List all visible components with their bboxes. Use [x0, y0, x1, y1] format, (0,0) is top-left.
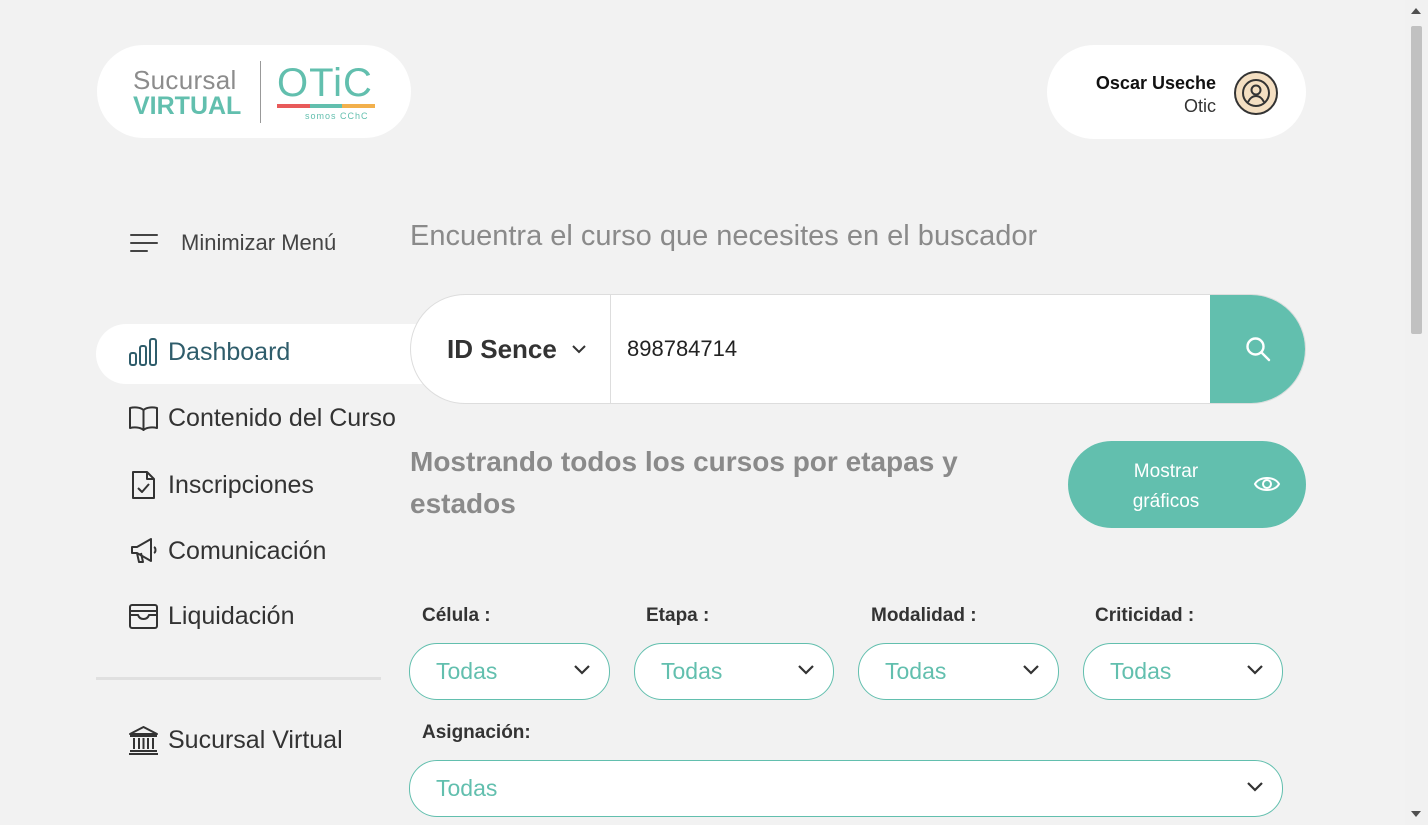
sidebar-item-label: Sucursal Virtual [168, 725, 343, 754]
brand-logo[interactable]: Sucursal VIRTUAL OTiC somos CChC [97, 45, 411, 138]
sidebar-item-comunicacion[interactable]: Comunicación [128, 535, 326, 567]
logo-otic-text: OTiC [277, 61, 373, 105]
filter-criticidad-select[interactable]: Todas [1083, 643, 1283, 700]
sidebar-divider [96, 677, 381, 680]
chevron-down-icon [1023, 665, 1039, 675]
book-icon [129, 406, 158, 431]
search-hint: Encuentra el curso que necesites en el b… [410, 220, 1038, 252]
megaphone-icon [131, 538, 157, 563]
scroll-up-arrow-icon[interactable] [1411, 8, 1421, 14]
sidebar-item-dashboard[interactable]: Dashboard [128, 337, 290, 367]
search-type-dropdown[interactable]: ID Sence [411, 295, 611, 403]
sidebar-item-contenido-del-curso[interactable]: Contenido del Curso [128, 403, 396, 433]
filter-etapa-select[interactable]: Todas [634, 643, 834, 700]
filter-asignacion-select[interactable]: Todas [409, 760, 1283, 817]
filter-etapa-value: Todas [661, 658, 723, 684]
minimize-menu-label: Minimizar Menú [181, 230, 337, 255]
logo-virtual-text: VIRTUAL [133, 92, 242, 120]
chevron-down-icon [798, 665, 814, 675]
sidebar-item-label: Dashboard [168, 337, 291, 366]
filter-modalidad-value: Todas [885, 658, 947, 684]
chevron-down-icon [1247, 665, 1263, 675]
bank-icon [129, 726, 158, 755]
logo-divider [260, 61, 261, 123]
logo-sucursal-text: Sucursal [133, 65, 237, 95]
filter-etapa-label: Etapa : [646, 605, 710, 626]
user-name: Oscar Useche [1095, 73, 1216, 93]
bar-chart-icon [129, 338, 157, 366]
sidebar-item-liquidacion[interactable]: Liquidación [128, 601, 295, 631]
vertical-scrollbar[interactable] [1405, 0, 1428, 825]
logo-color-bar [277, 104, 376, 108]
logo-tagline: somos CChC [305, 111, 369, 121]
scroll-down-arrow-icon[interactable] [1411, 811, 1421, 817]
sidebar-item-sucursal-virtual[interactable]: Sucursal Virtual [128, 724, 343, 756]
hamburger-icon [130, 234, 158, 252]
filter-modalidad-label: Modalidad : [871, 605, 977, 626]
chevron-down-icon [574, 665, 590, 675]
search-input[interactable] [611, 295, 1212, 403]
search-button[interactable] [1210, 295, 1305, 403]
filter-asignacion-value: Todas [436, 775, 498, 801]
show-charts-button[interactable]: Mostrar gráficos [1068, 441, 1306, 528]
show-charts-label: Mostrar gráficos [1132, 461, 1200, 512]
filter-criticidad-value: Todas [1110, 658, 1172, 684]
wallet-icon [129, 604, 158, 629]
filter-asignacion-label: Asignación: [422, 722, 531, 743]
scrollbar-thumb[interactable] [1411, 26, 1422, 334]
sidebar-item-label: Inscripciones [168, 470, 314, 499]
chevron-down-icon [572, 345, 586, 354]
user-avatar-icon[interactable] [1234, 71, 1278, 115]
filter-modalidad-select[interactable]: Todas [858, 643, 1059, 700]
search-type-label: ID Sence [447, 333, 557, 364]
sidebar-item-label: Comunicación [168, 536, 327, 565]
sidebar-item-inscripciones[interactable]: Inscripciones [128, 469, 314, 501]
logo-sucursal-virtual: Sucursal VIRTUAL [133, 67, 241, 119]
user-organization: Otic [1183, 96, 1216, 116]
filter-criticidad-label: Criticidad : [1095, 605, 1195, 626]
filter-celula-label: Célula : [422, 605, 491, 626]
minimize-menu-button[interactable]: Minimizar Menú [129, 230, 336, 256]
document-check-icon [132, 471, 155, 499]
chevron-down-icon [1247, 782, 1263, 792]
logo-otic: OTiC [277, 61, 376, 108]
section-title: Mostrando todos los cursos por etapas y … [410, 446, 958, 519]
eye-icon [1253, 477, 1281, 491]
search-bar: ID Sence [410, 294, 1306, 404]
filter-celula-value: Todas [436, 658, 498, 684]
sidebar-item-label: Contenido del Curso [168, 403, 396, 432]
sidebar-item-label: Liquidación [168, 601, 295, 630]
search-icon [1245, 337, 1270, 362]
user-menu[interactable]: Oscar Useche Otic [1047, 45, 1306, 139]
filter-celula-select[interactable]: Todas [409, 643, 610, 700]
